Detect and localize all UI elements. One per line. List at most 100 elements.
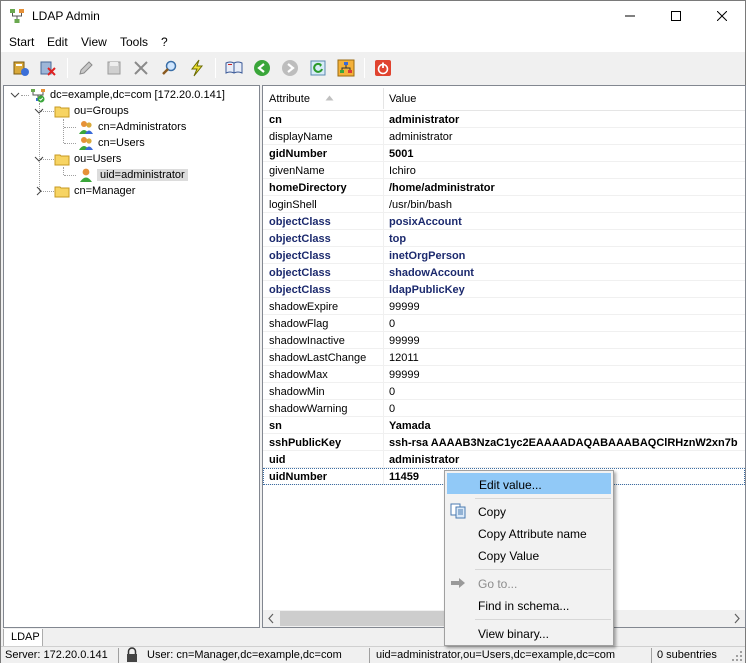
attribute-name-cell: shadowFlag xyxy=(269,318,329,330)
table-row[interactable]: shadowInactive 99999 xyxy=(263,332,745,349)
menu-tools[interactable]: Tools xyxy=(120,35,148,49)
menu-item-edit-value[interactable]: Edit value... xyxy=(447,473,611,494)
cell-divider xyxy=(383,247,384,264)
attribute-name-cell: uidNumber xyxy=(269,471,328,483)
menu-item-copy-attribute-name[interactable]: Copy Attribute name xyxy=(447,523,611,544)
disk-icon xyxy=(107,61,121,75)
menu-edit[interactable]: Edit xyxy=(47,35,68,49)
tree-node-users-group[interactable]: cn=Users xyxy=(8,135,258,151)
cell-divider xyxy=(383,366,384,383)
table-row[interactable]: cn administrator xyxy=(263,111,745,128)
chevron-down-icon[interactable] xyxy=(10,90,20,100)
table-row[interactable]: shadowMax 99999 xyxy=(263,366,745,383)
tree-node-root[interactable]: dc=example,dc=com [172.20.0.141] xyxy=(8,87,258,103)
attribute-value-cell: /home/administrator xyxy=(389,182,495,194)
tree-node-groups[interactable]: ou=Groups xyxy=(8,103,258,119)
tree-node-administrators[interactable]: cn=Administrators xyxy=(8,119,258,135)
attribute-value-cell: 0 xyxy=(389,318,396,330)
tab-ldap[interactable]: LDAP xyxy=(3,629,43,647)
table-row[interactable]: shadowLastChange 12011 xyxy=(263,349,745,366)
menu-item-copy-value[interactable]: Copy Value xyxy=(447,545,611,566)
toolbar xyxy=(1,53,745,83)
close-button[interactable] xyxy=(699,1,745,31)
status-subentries: 0 subentries xyxy=(657,649,717,661)
maximize-button[interactable] xyxy=(653,1,699,31)
table-row[interactable]: shadowExpire 99999 xyxy=(263,298,745,315)
attribute-value-cell: 99999 xyxy=(389,369,420,381)
table-row[interactable]: sn Yamada xyxy=(263,417,745,434)
back-button[interactable] xyxy=(252,58,272,78)
menu-item-copy[interactable]: Copy xyxy=(447,501,611,522)
table-row[interactable]: objectClass ldapPublicKey xyxy=(263,281,745,298)
table-row[interactable]: displayName administrator xyxy=(263,128,745,145)
disconnect-button[interactable] xyxy=(38,58,58,78)
scroll-right-icon[interactable] xyxy=(728,610,745,627)
refresh-button[interactable] xyxy=(308,58,328,78)
save-button[interactable] xyxy=(104,58,124,78)
table-row[interactable]: loginShell/usr/bin/bash xyxy=(263,196,745,213)
quick-action-button[interactable] xyxy=(187,58,207,78)
attribute-name-cell: shadowExpire xyxy=(269,301,339,313)
minimize-button[interactable] xyxy=(607,1,653,31)
table-row[interactable]: sshPublicKey ssh-rsa AAAAB3NzaC1yc2EAAAAD… xyxy=(263,434,745,451)
table-row[interactable]: uid administrator xyxy=(263,451,745,468)
schema-browser-button[interactable] xyxy=(224,58,244,78)
tree-node-manager[interactable]: cn=Manager xyxy=(8,183,258,199)
menu-item-label: Copy Value xyxy=(478,549,540,563)
table-row[interactable]: shadowFlag 0 xyxy=(263,315,745,332)
chevron-down-icon[interactable] xyxy=(34,154,44,164)
attribute-value-cell: inetOrgPerson xyxy=(389,250,466,262)
forward-button[interactable] xyxy=(280,58,300,78)
tree-view-button[interactable] xyxy=(336,58,356,78)
context-menu: Edit value... Copy Copy Attribute name C… xyxy=(444,470,614,646)
edit-entry-button[interactable] xyxy=(76,58,96,78)
chevron-right-icon[interactable] xyxy=(34,186,44,196)
book-icon xyxy=(225,61,243,74)
maximize-icon xyxy=(671,11,681,21)
menu-view[interactable]: View xyxy=(81,35,107,49)
attribute-name-cell: sn xyxy=(269,420,282,432)
table-row[interactable]: objectClass posixAccount xyxy=(263,213,745,230)
table-row[interactable]: givenName Ichiro xyxy=(263,162,745,179)
close-icon xyxy=(717,11,727,21)
attribute-name-cell: displayName xyxy=(269,131,333,143)
directory-tree[interactable]: dc=example,dc=com [172.20.0.141] ou=Grou… xyxy=(3,85,260,628)
menu-item-view-binary[interactable]: View binary... xyxy=(447,623,611,644)
column-divider[interactable] xyxy=(383,88,384,109)
cell-divider xyxy=(383,332,384,349)
column-header-value[interactable]: Value xyxy=(389,93,416,105)
attribute-name-cell: shadowMax xyxy=(269,369,328,381)
menu-item-find-in-schema[interactable]: Find in schema... xyxy=(447,595,611,616)
status-separator xyxy=(369,648,370,663)
table-row[interactable]: objectClass inetOrgPerson xyxy=(263,247,745,264)
delete-icon xyxy=(134,61,148,75)
table-row[interactable]: objectClass top xyxy=(263,230,745,247)
toolbar-separator xyxy=(67,58,68,78)
cell-divider xyxy=(383,349,384,366)
attribute-name-cell: uid xyxy=(269,454,286,466)
folder-icon xyxy=(54,106,70,118)
delete-button[interactable] xyxy=(131,58,151,78)
table-row[interactable]: objectClass shadowAccount xyxy=(263,264,745,281)
chevron-down-icon[interactable] xyxy=(34,106,44,116)
column-header-attribute[interactable]: Attribute xyxy=(269,93,310,105)
menu-help[interactable]: ? xyxy=(161,35,168,49)
table-row[interactable]: gidNumber 5001 xyxy=(263,145,745,162)
menu-start[interactable]: Start xyxy=(9,35,34,49)
menu-item-label: Copy xyxy=(478,505,507,519)
connect-button[interactable] xyxy=(11,58,31,78)
exit-button[interactable] xyxy=(373,58,393,78)
menu-item-go-to[interactable]: Go to... xyxy=(447,573,611,594)
resize-grip-icon[interactable] xyxy=(731,650,743,662)
scroll-left-icon[interactable] xyxy=(263,610,280,627)
table-row[interactable]: homeDirectory/home/administrator xyxy=(263,179,745,196)
table-row[interactable]: shadowWarning 0 xyxy=(263,400,745,417)
table-row[interactable]: shadowMin 0 xyxy=(263,383,745,400)
scrollbar-thumb[interactable] xyxy=(280,611,460,626)
tree-node-users-ou[interactable]: ou=Users xyxy=(8,151,258,167)
tree-node-admin-user[interactable]: uid=administrator xyxy=(8,167,258,183)
refresh-icon xyxy=(310,60,326,76)
attribute-name-cell: objectClass xyxy=(269,233,331,245)
search-button[interactable] xyxy=(159,58,179,78)
tree-label: cn=Administrators xyxy=(98,121,187,133)
